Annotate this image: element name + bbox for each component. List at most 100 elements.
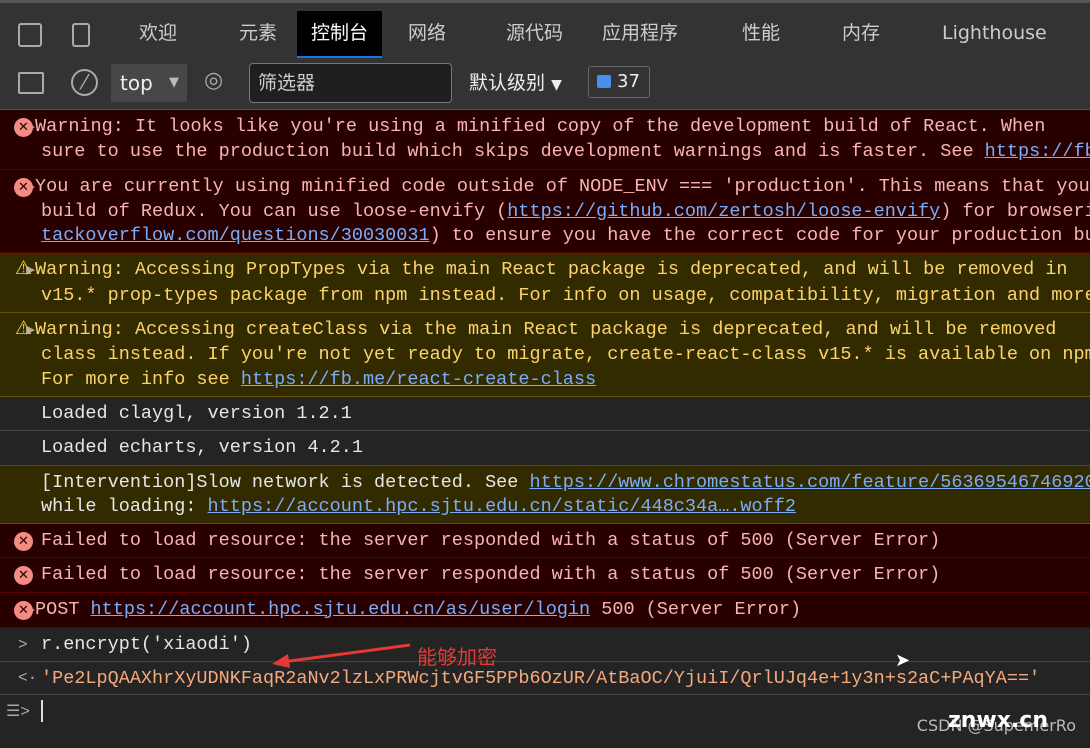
console-message-error: ✕▶POST https://account.hpc.sjtu.edu.cn/a… xyxy=(0,592,1090,629)
message-text: You are currently using minified code ou… xyxy=(35,175,1090,197)
message-text: sure to use the production build which s… xyxy=(41,141,985,163)
tab-8[interactable]: Lighthouse xyxy=(928,11,1061,59)
message-line: Loaded echarts, version 4.2.1 xyxy=(41,436,1090,460)
tab-1[interactable]: 元素 xyxy=(225,11,291,59)
annotation-text: 能够加密 xyxy=(417,645,497,669)
log-level-dropdown[interactable]: 默认级别 ▼ xyxy=(469,64,562,102)
context-selector[interactable]: top ▼ xyxy=(111,64,187,102)
message-link[interactable]: https://account.hpc.sjtu.edu.cn/static/4… xyxy=(208,496,796,517)
dropdown-arrow-icon: ▼ xyxy=(551,77,562,93)
messages-icon xyxy=(597,75,611,88)
console-message-intervention: [Intervention]Slow network is detected. … xyxy=(0,465,1090,525)
message-line: For more info see https://fb.me/react-cr… xyxy=(41,368,1090,392)
log-level-label: 默认级别 xyxy=(469,72,546,94)
filter-input[interactable]: 筛选器 xyxy=(249,63,452,103)
console-result: <· 'Pe2LpQAAXhrXyUDNKFaqR2aNv2lzLxPRWcjtv… xyxy=(0,662,1090,696)
message-link[interactable]: tackoverflow.com/questions/30030031 xyxy=(41,225,430,246)
message-line: build of Redux. You can use loose-envify… xyxy=(41,200,1090,224)
message-text: 500 (Server Error) xyxy=(590,598,802,620)
mouse-cursor-icon: ➤ xyxy=(895,650,911,671)
console-toolbar: ⁄ top ▼ ◎ 筛选器 默认级别 ▼ 37 xyxy=(0,58,1090,110)
console-message-error: ✕ Failed to load resource: the server res… xyxy=(0,558,1090,593)
console-message-warning: ⚠ ▶Warning: Accessing createClass via the… xyxy=(0,313,1090,397)
message-link[interactable]: https://fb.me/react-minification xyxy=(985,141,1090,162)
message-text: build of Redux. You can use loose-envify… xyxy=(41,200,508,222)
message-line: Failed to load resource: the server resp… xyxy=(41,529,1090,553)
error-icon: ✕ xyxy=(14,532,33,552)
error-icon: ✕ xyxy=(14,600,33,620)
message-count: 37 xyxy=(617,71,640,92)
message-text: POST xyxy=(35,598,91,620)
message-text: ) for browserify xyxy=(940,200,1090,222)
message-link[interactable]: https://www.chromestatus.com/feature/563… xyxy=(529,472,1090,493)
error-icon: ✕ xyxy=(14,118,33,137)
message-text: For more info see xyxy=(41,368,241,390)
message-text: Failed to load resource: the server resp… xyxy=(41,564,941,586)
tab-2[interactable]: 控制台 xyxy=(297,11,383,59)
tab-5[interactable]: 应用程序 xyxy=(588,11,692,59)
message-text: Warning: Accessing createClass via the m… xyxy=(35,319,1057,341)
input-chevron-icon: > xyxy=(18,636,28,655)
watermark-site: znwx.cn xyxy=(947,708,1048,733)
message-text: Warning: Accessing PropTypes via the mai… xyxy=(35,259,1068,281)
tab-7[interactable]: 内存 xyxy=(828,11,894,59)
warning-icon: ⚠ xyxy=(14,317,33,340)
message-line: sure to use the production build which s… xyxy=(41,140,1090,164)
input-expression: r.encrypt('xiaodi') xyxy=(41,634,252,656)
watermark: CSDN @SupemerRo znwx.cn xyxy=(917,708,1076,735)
error-icon: ✕ xyxy=(14,566,33,586)
message-line: ▶You are currently using minified code o… xyxy=(26,175,1090,200)
message-line: tackoverflow.com/questions/30030031) to … xyxy=(41,224,1090,248)
console-input-echo: > r.encrypt('xiaodi') xyxy=(0,628,1090,663)
tab-4[interactable]: 源代码 xyxy=(492,11,577,59)
console-message-error: ✕ Failed to load resource: the server res… xyxy=(0,524,1090,559)
message-line: ▶POST https://account.hpc.sjtu.edu.cn/as… xyxy=(26,598,1090,623)
inspect-element-icon[interactable] xyxy=(18,23,42,47)
message-line: class instead. If you're not yet ready t… xyxy=(41,343,1090,367)
clear-console-icon[interactable]: ⁄ xyxy=(71,69,98,96)
message-line: v15.* prop-types package from npm instea… xyxy=(41,284,1090,308)
message-link[interactable]: https://github.com/zertosh/loose-envify xyxy=(507,201,940,222)
console-message-info: Loaded echarts, version 4.2.1 xyxy=(0,431,1090,466)
dropdown-arrow-icon: ▼ xyxy=(169,75,179,90)
console-message-error: ✕▶You are currently using minified code … xyxy=(0,169,1090,254)
prompt-icon: ☰> xyxy=(6,703,30,722)
text-cursor xyxy=(41,700,43,723)
console-message-info: Loaded claygl, version 1.2.1 xyxy=(0,396,1090,432)
message-line: Loaded claygl, version 1.2.1 xyxy=(41,402,1090,426)
device-toolbar-icon[interactable] xyxy=(72,23,90,47)
message-link[interactable]: https://fb.me/react-create-class xyxy=(241,369,596,390)
message-text: Loaded claygl, version 1.2.1 xyxy=(41,402,352,424)
message-text: while loading: xyxy=(41,495,208,517)
message-text: ) to ensure you have the correct code fo… xyxy=(429,225,1090,247)
message-text: Loaded echarts, version 4.2.1 xyxy=(41,437,363,459)
message-line: Failed to load resource: the server resp… xyxy=(41,563,1090,587)
tab-0[interactable]: 欢迎 xyxy=(125,11,191,59)
console-log: ✕▶Warning: It looks like you're using a … xyxy=(0,110,1090,729)
message-line: [Intervention]Slow network is detected. … xyxy=(41,471,1090,495)
context-value: top xyxy=(120,71,153,95)
live-expression-eye-icon[interactable]: ◎ xyxy=(204,68,223,93)
sidebar-toggle-icon[interactable] xyxy=(18,72,44,94)
message-line: ▶Warning: Accessing PropTypes via the ma… xyxy=(26,258,1090,283)
error-icon: ✕ xyxy=(14,177,33,197)
result-chevron-icon: <· xyxy=(18,669,38,688)
message-line: ▶Warning: It looks like you're using a m… xyxy=(26,115,1090,140)
tab-6[interactable]: 性能 xyxy=(728,11,794,59)
message-count-badge[interactable]: 37 xyxy=(588,66,650,98)
devtools-tab-bar: 欢迎 元素 控制台 网络 源代码 应用程序 性能 内存 Lighthouse xyxy=(0,0,1090,59)
message-text: [Intervention]Slow network is detected. … xyxy=(41,471,530,493)
annotation-arrow xyxy=(272,643,411,668)
warning-icon: ⚠ xyxy=(14,257,33,280)
message-text: Failed to load resource: the server resp… xyxy=(41,530,941,552)
message-text: v15.* prop-types package from npm instea… xyxy=(41,284,1090,306)
message-line: ▶Warning: Accessing createClass via the … xyxy=(26,318,1090,343)
console-message-warning: ⚠ ▶Warning: Accessing PropTypes via the m… xyxy=(0,253,1090,314)
tab-3[interactable]: 网络 xyxy=(394,11,460,59)
message-text: Warning: It looks like you're using a mi… xyxy=(35,116,1046,137)
message-text: class instead. If you're not yet ready t… xyxy=(41,344,1090,366)
message-link[interactable]: https://account.hpc.sjtu.edu.cn/as/user/… xyxy=(91,599,591,620)
result-value: 'Pe2LpQAAXhrXyUDNKFaqR2aNv2lzLxPRWcjtvGF… xyxy=(41,668,1041,690)
console-message-error: ✕▶Warning: It looks like you're using a … xyxy=(0,110,1090,170)
message-line: while loading: https://account.hpc.sjtu.… xyxy=(41,495,1090,519)
